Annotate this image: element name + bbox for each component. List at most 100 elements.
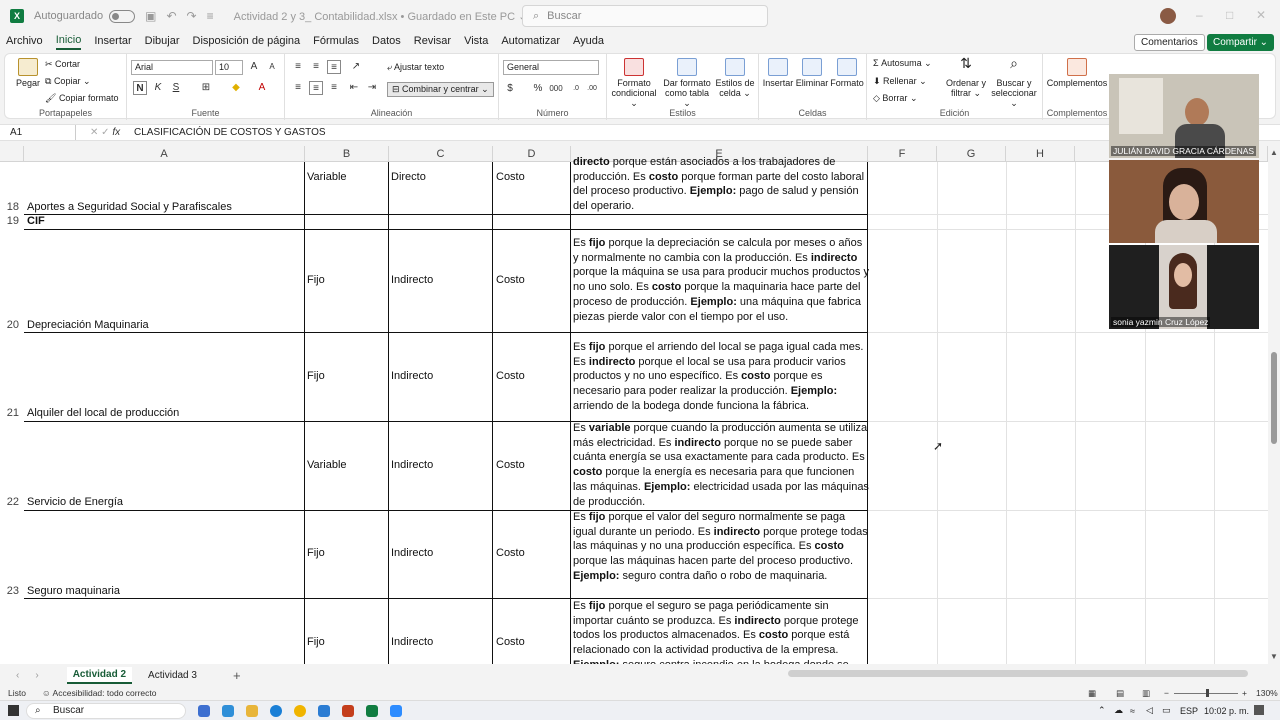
menu-tab-archivo[interactable]: Archivo <box>6 35 43 49</box>
row-header[interactable]: 21 <box>0 407 24 419</box>
copy-format-button[interactable]: 🖌 Copiar formato <box>45 93 118 104</box>
bold-button[interactable]: N <box>133 81 147 95</box>
add-sheet-icon[interactable]: + <box>233 668 241 683</box>
cell-c23[interactable]: Indirecto <box>391 547 433 559</box>
fill-button[interactable]: ⬇ Rellenar ⌄ <box>873 76 927 87</box>
cell-e21[interactable]: Es fijo porque el arriendo del local se … <box>573 340 869 414</box>
formula-input[interactable]: CLASIFICACIÓN DE COSTOS Y GASTOS <box>134 127 326 138</box>
cut-button[interactable]: ✂ Cortar <box>45 59 80 70</box>
select-all-corner[interactable] <box>0 146 24 162</box>
merge-center-button[interactable]: ⊟ Combinar y centrar ⌄ <box>387 82 494 97</box>
cell-b22[interactable]: Variable <box>307 459 347 471</box>
row-header[interactable]: 18 <box>0 201 24 213</box>
column-header-d[interactable]: D <box>493 146 571 162</box>
column-header-c[interactable]: C <box>389 146 493 162</box>
column-header-f[interactable]: F <box>868 146 937 162</box>
cell-b20[interactable]: Fijo <box>307 274 325 286</box>
clear-button[interactable]: ◇ Borrar ⌄ <box>873 93 917 104</box>
menu-tab-inicio[interactable]: Inicio <box>55 34 82 50</box>
number-format-select[interactable]: General <box>503 60 599 75</box>
powerpoint-app-icon[interactable] <box>342 704 354 717</box>
decrease-font-icon[interactable]: A <box>265 60 279 74</box>
font-size-select[interactable]: 10 <box>215 60 243 75</box>
cell-c18[interactable]: Directo <box>391 171 426 183</box>
cell-d23[interactable]: Costo <box>496 547 525 559</box>
align-left-icon[interactable]: ≡ <box>291 81 305 95</box>
close-icon[interactable]: ✕ <box>1256 8 1266 22</box>
zoom-app-icon[interactable] <box>390 704 402 717</box>
share-button[interactable]: Compartir ⌄ <box>1207 34 1275 51</box>
cell-e18[interactable]: directo porque están asociados a los tra… <box>573 155 869 214</box>
zoom-out-icon[interactable]: − <box>1164 688 1169 698</box>
cell-a21[interactable]: Alquiler del local de producción <box>27 407 179 419</box>
redo-icon[interactable]: ↷ <box>187 9 197 23</box>
cell-d22[interactable]: Costo <box>496 459 525 471</box>
menu-tab-revisar[interactable]: Revisar <box>414 35 451 49</box>
cell-a18[interactable]: Aportes a Seguridad Social y Parafiscale… <box>27 201 232 213</box>
currency-icon[interactable]: $ <box>503 82 517 96</box>
menu-tab-ayuda[interactable]: Ayuda <box>573 35 604 49</box>
row-header[interactable]: 19 <box>0 215 24 227</box>
menu-tab-automatizar[interactable]: Automatizar <box>501 35 560 49</box>
zoom-level[interactable]: 130% <box>1256 688 1278 698</box>
percent-icon[interactable]: % <box>531 82 545 96</box>
cell-b21[interactable]: Fijo <box>307 370 325 382</box>
cell-e24[interactable]: Es fijo porque el seguro se paga periódi… <box>573 599 869 664</box>
word-app-icon[interactable] <box>318 704 330 717</box>
copilot-app-icon[interactable] <box>222 704 234 717</box>
row-header[interactable]: 20 <box>0 319 24 331</box>
sheet-tab-actividad-2[interactable]: Actividad 2 <box>66 666 133 684</box>
delete-cells-button[interactable]: Eliminar <box>795 58 829 88</box>
align-middle-icon[interactable]: ≡ <box>309 60 323 74</box>
font-name-select[interactable]: Arial <box>131 60 213 75</box>
cell-c24[interactable]: Indirecto <box>391 636 433 648</box>
volume-icon[interactable]: ◁ <box>1146 705 1153 716</box>
row-header[interactable]: 22 <box>0 496 24 508</box>
taskbar-search[interactable]: ⌕ Buscar <box>26 702 186 719</box>
video-tile-julian[interactable]: JULIÁN DAVID GRACIA CÁRDENAS <box>1109 74 1259 158</box>
align-bottom-icon[interactable]: ≡ <box>327 60 341 74</box>
cell-b24[interactable]: Fijo <box>307 636 325 648</box>
vertical-scrollbar[interactable]: ▲ ▼ <box>1268 146 1280 664</box>
save-icon[interactable]: ▣ <box>145 9 156 23</box>
cell-d20[interactable]: Costo <box>496 274 525 286</box>
decrease-decimal-icon[interactable]: .00 <box>585 82 599 96</box>
video-tile-sonia[interactable]: sonia yazmin Cruz López <box>1109 245 1259 329</box>
menu-tab-disposición-de-página[interactable]: Disposición de página <box>193 35 301 49</box>
find-select-button[interactable]: ⌕ Buscar y seleccionar ⌄ <box>987 56 1041 108</box>
cell-e20[interactable]: Es fijo porque la depreciación se calcul… <box>573 236 869 324</box>
align-right-icon[interactable]: ≡ <box>327 81 341 95</box>
align-center-icon[interactable]: ≡ <box>309 81 323 95</box>
prev-sheet-icon[interactable]: ‹ <box>16 670 19 681</box>
align-top-icon[interactable]: ≡ <box>291 60 305 74</box>
cell-a22[interactable]: Servicio de Energía <box>27 496 123 508</box>
italic-button[interactable]: K <box>151 81 165 95</box>
task-view-icon[interactable] <box>198 704 210 717</box>
undo-icon[interactable]: ↶ <box>166 9 176 23</box>
zoom-in-icon[interactable]: + <box>1242 688 1247 698</box>
menu-tab-datos[interactable]: Datos <box>372 35 401 49</box>
cell-e22[interactable]: Es variable porque cuando la producción … <box>573 421 869 509</box>
document-title[interactable]: Actividad 2 y 3_ Contabilidad.xlsx • Gua… <box>234 10 528 23</box>
scroll-down-icon[interactable]: ▼ <box>1270 652 1278 661</box>
sort-filter-button[interactable]: ⇅ Ordenar y filtrar ⌄ <box>945 56 987 98</box>
sheet-tab-actividad-3[interactable]: Actividad 3 <box>142 668 203 683</box>
windows-start-icon[interactable] <box>8 705 19 716</box>
avatar[interactable] <box>1160 8 1176 24</box>
cell-c21[interactable]: Indirecto <box>391 370 433 382</box>
scroll-up-icon[interactable]: ▲ <box>1270 148 1278 157</box>
column-header-h[interactable]: H <box>1006 146 1075 162</box>
menu-tab-dibujar[interactable]: Dibujar <box>145 35 180 49</box>
column-header-b[interactable]: B <box>305 146 389 162</box>
orientation-icon[interactable]: ↗ <box>349 60 363 74</box>
conditional-format-button[interactable]: Formato condicional ⌄ <box>609 58 659 108</box>
name-box[interactable]: A1 <box>4 125 76 140</box>
format-as-table-button[interactable]: Dar formato como tabla ⌄ <box>661 58 713 108</box>
cell-d24[interactable]: Costo <box>496 636 525 648</box>
customize-toolbar-icon[interactable]: ≡ <box>207 9 214 23</box>
format-cells-button[interactable]: Formato <box>829 58 865 88</box>
underline-button[interactable]: S <box>169 81 183 95</box>
borders-icon[interactable]: ⊞ <box>199 81 213 95</box>
column-header-a[interactable]: A <box>24 146 305 162</box>
menu-tab-vista[interactable]: Vista <box>464 35 488 49</box>
